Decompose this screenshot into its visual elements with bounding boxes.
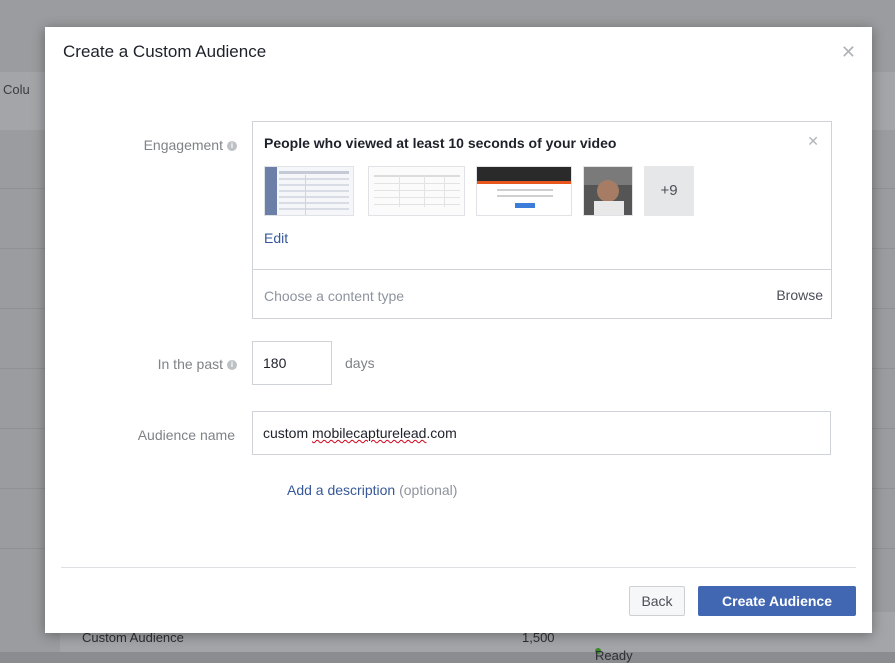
edit-link[interactable]: Edit [264,230,288,246]
more-videos-count[interactable]: +9 [644,166,694,216]
days-unit-label: days [345,355,375,371]
dialog-header: Create a Custom Audience ✕ [45,27,872,77]
browse-button[interactable]: Browse [776,287,823,303]
in-the-past-label: In the past i [85,356,237,372]
video-thumbnail [368,166,465,216]
engagement-label: Engagement i [85,137,237,153]
engagement-selector: People who viewed at least 10 seconds of… [252,121,832,319]
divider [253,269,831,270]
back-button[interactable]: Back [629,586,685,616]
add-description: Add a description (optional) [287,482,457,498]
audience-name-label: Audience name [137,427,235,443]
create-custom-audience-dialog: Create a Custom Audience ✕ Engagement i P… [45,27,872,633]
engagement-selected-title: People who viewed at least 10 seconds of… [264,135,617,151]
info-icon[interactable]: i [227,360,237,370]
dialog-title: Create a Custom Audience [63,42,267,61]
days-input[interactable]: 180 [252,341,332,385]
footer-divider [61,567,856,568]
video-thumbnail [264,166,354,216]
video-thumbnail [583,166,633,216]
content-type-input[interactable]: Choose a content type [264,288,404,304]
background-column-label: Colu [3,82,30,97]
remove-selection-icon[interactable]: ✕ [807,133,819,150]
close-icon[interactable]: ✕ [841,42,856,63]
misspelled-word: mobilecapturelead [312,425,427,441]
info-icon[interactable]: i [227,141,237,151]
video-thumbnail [476,166,572,216]
add-description-link[interactable]: Add a description [287,482,395,498]
optional-label: (optional) [399,482,458,498]
audience-name-input[interactable]: custom mobilecapturelead.com [252,411,831,455]
create-audience-button[interactable]: Create Audience [698,586,856,616]
